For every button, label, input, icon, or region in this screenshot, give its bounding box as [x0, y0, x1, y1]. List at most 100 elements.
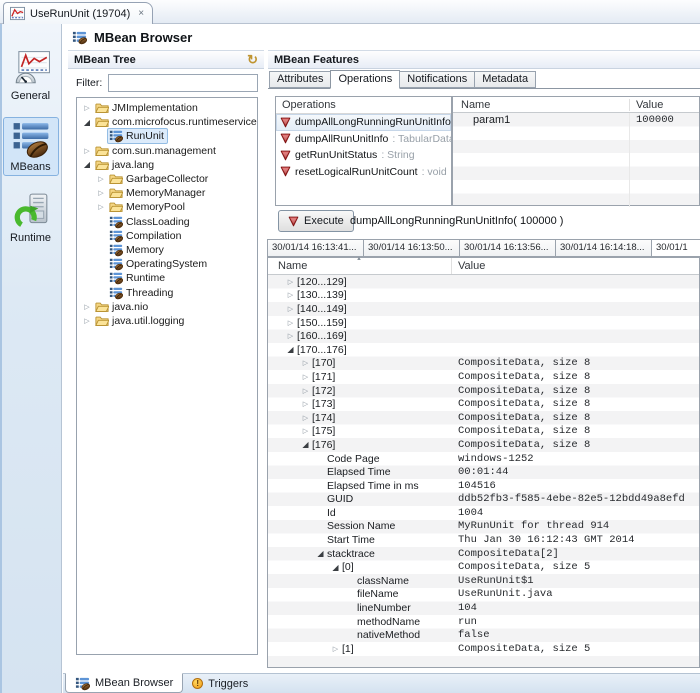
tree-node[interactable]: ▷JMImplementation	[77, 101, 257, 115]
tree-expanded-arrow-icon[interactable]: ◢	[284, 345, 297, 354]
sidebar-item-runtime[interactable]: Runtime	[3, 188, 59, 247]
result-row[interactable]: ▷[170]CompositeData, size 8	[268, 357, 699, 371]
result-row[interactable]: Elapsed Time00:01:44	[268, 465, 699, 479]
operation-item[interactable]: getRunUnitStatus : String	[276, 147, 451, 164]
result-tab[interactable]: 30/01/14 16:13:50...	[363, 239, 460, 257]
result-row[interactable]: methodNamerun	[268, 615, 699, 629]
tree-collapsed-arrow-icon[interactable]: ▷	[299, 427, 312, 435]
tree-node[interactable]: Threading	[77, 285, 257, 299]
result-row[interactable]: ▷[140...149]	[268, 302, 699, 316]
result-row[interactable]: ▷[171]CompositeData, size 8	[268, 370, 699, 384]
result-row[interactable]: ▷[172]CompositeData, size 8	[268, 384, 699, 398]
result-row[interactable]: Elapsed Time in ms104516	[268, 479, 699, 493]
tab-metadata[interactable]: Metadata	[474, 71, 536, 88]
tree-node[interactable]: Memory	[77, 243, 257, 257]
tab-operations[interactable]: Operations	[330, 70, 400, 89]
result-row[interactable]: Code Pagewindows-1252	[268, 452, 699, 466]
result-row[interactable]: ▷[150...159]	[268, 316, 699, 330]
result-row[interactable]: ◢stacktraceCompositeData[2]	[268, 547, 699, 561]
tree-collapsed-arrow-icon[interactable]: ▷	[95, 175, 107, 183]
result-row[interactable]: ◢[0]CompositeData, size 5	[268, 560, 699, 574]
result-row-name: lineNumber	[357, 602, 411, 614]
result-row[interactable]: Start TimeThu Jan 30 16:12:43 GMT 2014	[268, 533, 699, 547]
tree-node-content[interactable]: Runtime	[107, 270, 169, 286]
filter-input[interactable]	[108, 74, 258, 92]
result-row[interactable]: ◢[170...176]	[268, 343, 699, 357]
tree-collapsed-arrow-icon[interactable]: ▷	[95, 189, 107, 197]
tree-node[interactable]: ▷java.nio	[77, 300, 257, 314]
tree-collapsed-arrow-icon[interactable]: ▷	[95, 203, 107, 211]
tree-node[interactable]: Runtime	[77, 271, 257, 285]
tree-expanded-arrow-icon[interactable]: ◢	[329, 563, 342, 572]
result-row[interactable]: nativeMethodfalse	[268, 628, 699, 642]
execute-button[interactable]: Execute	[278, 210, 354, 232]
tree-node[interactable]: ▷MemoryPool	[77, 200, 257, 214]
tree-expanded-arrow-icon[interactable]: ◢	[81, 160, 93, 169]
parameter-value	[629, 167, 699, 180]
result-row[interactable]: Session NameMyRunUnit for thread 914	[268, 520, 699, 534]
operation-item[interactable]: resetLogicalRunUnitCount : void	[276, 164, 451, 181]
tree-collapsed-arrow-icon[interactable]: ▷	[284, 319, 297, 327]
tree-collapsed-arrow-icon[interactable]: ▷	[329, 645, 342, 653]
tree-node[interactable]: ◢com.microfocus.runtimeservices	[77, 115, 257, 129]
tab-attributes[interactable]: Attributes	[269, 71, 331, 88]
tab-mbean-browser[interactable]: MBean Browser	[65, 673, 183, 693]
tree-collapsed-arrow-icon[interactable]: ▷	[284, 332, 297, 340]
refresh-icon[interactable]: ↻	[247, 54, 258, 66]
tree-collapsed-arrow-icon[interactable]: ▷	[299, 387, 312, 395]
tree-collapsed-arrow-icon[interactable]: ▷	[284, 305, 297, 313]
tree-collapsed-arrow-icon[interactable]: ▷	[284, 278, 297, 286]
result-row[interactable]: ▷[175]CompositeData, size 8	[268, 425, 699, 439]
result-tab[interactable]: 30/01/14 16:13:41...	[267, 239, 364, 257]
close-icon[interactable]: ×	[138, 9, 144, 19]
result-row[interactable]: ▷[120...129]	[268, 275, 699, 289]
tree-expanded-arrow-icon[interactable]: ◢	[299, 440, 312, 449]
tree-node[interactable]: ◢java.lang	[77, 158, 257, 172]
tree-collapsed-arrow-icon[interactable]: ▷	[81, 317, 93, 325]
operation-item[interactable]: dumpAllRunUnitInfo : TabularData	[276, 131, 451, 148]
sidebar-item-mbeans[interactable]: MBeans	[3, 117, 59, 176]
result-tab[interactable]: 30/01/1	[651, 239, 700, 257]
result-row[interactable]: ▷[174]CompositeData, size 8	[268, 411, 699, 425]
tree-collapsed-arrow-icon[interactable]: ▷	[299, 400, 312, 408]
result-row[interactable]: classNameUseRunUnit$1	[268, 574, 699, 588]
result-tab[interactable]: 30/01/14 16:13:56...	[459, 239, 556, 257]
result-row[interactable]: GUIDddb52fb3-f585-4ebe-82e5-12bdd49a8efd	[268, 493, 699, 507]
result-row[interactable]: lineNumber104	[268, 601, 699, 615]
tree-collapsed-arrow-icon[interactable]: ▷	[299, 373, 312, 381]
result-row[interactable]: Id1004	[268, 506, 699, 520]
tree-collapsed-arrow-icon[interactable]: ▷	[81, 147, 93, 155]
result-row[interactable]: ▷[160...169]	[268, 329, 699, 343]
tree-collapsed-arrow-icon[interactable]: ▷	[284, 291, 297, 299]
tree-node[interactable]: ▷java.util.logging	[77, 314, 257, 328]
result-row[interactable]: ▷[130...139]	[268, 289, 699, 303]
operation-item[interactable]: dumpAllLongRunningRunUnitInfo : Ta	[276, 114, 451, 131]
tree-collapsed-arrow-icon[interactable]: ▷	[81, 303, 93, 311]
tree-node[interactable]: ClassLoading	[77, 215, 257, 229]
tree-collapsed-arrow-icon[interactable]: ▷	[81, 104, 93, 112]
tree-node-content[interactable]: java.util.logging	[93, 313, 188, 329]
tree-collapsed-arrow-icon[interactable]: ▷	[299, 414, 312, 422]
tree-node[interactable]: ▷MemoryManager	[77, 186, 257, 200]
tab-triggers[interactable]: ! Triggers	[183, 674, 257, 693]
result-row[interactable]: ▷[1]CompositeData, size 5	[268, 642, 699, 656]
parameter-value[interactable]: 100000	[629, 113, 699, 126]
result-row[interactable]: ◢[176]CompositeData, size 8	[268, 438, 699, 452]
tree-collapsed-arrow-icon[interactable]: ▷	[299, 359, 312, 367]
sidebar-item-general[interactable]: General	[3, 46, 59, 105]
tree-expanded-arrow-icon[interactable]: ◢	[81, 118, 93, 127]
column-header-name[interactable]: Name ▲	[268, 258, 452, 274]
parameter-row[interactable]: param1100000	[453, 113, 699, 126]
tree-node[interactable]: Compilation	[77, 229, 257, 243]
tree-node[interactable]: ▷com.sun.management	[77, 144, 257, 158]
tree-node[interactable]: OperatingSystem	[77, 257, 257, 271]
tree-expanded-arrow-icon[interactable]: ◢	[314, 549, 327, 558]
tab-notifications[interactable]: Notifications	[399, 71, 475, 88]
editor-tab-userununit[interactable]: UseRunUnit (19704) ×	[3, 2, 153, 24]
tree-node[interactable]: RunUnit	[77, 129, 257, 143]
result-row[interactable]: ▷[173]CompositeData, size 8	[268, 397, 699, 411]
result-row[interactable]: fileNameUseRunUnit.java	[268, 588, 699, 602]
column-header-value[interactable]: Value	[452, 258, 699, 274]
tree-node[interactable]: ▷GarbageCollector	[77, 172, 257, 186]
result-tab[interactable]: 30/01/14 16:14:18...	[555, 239, 652, 257]
